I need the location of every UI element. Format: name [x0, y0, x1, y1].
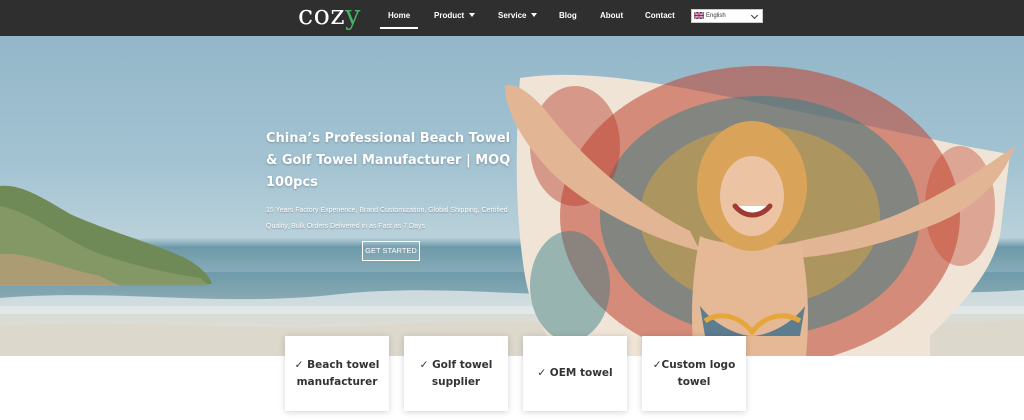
nav-item-contact[interactable]: Contact — [645, 11, 675, 21]
feature-label: ✓ Golf towel supplier — [419, 358, 493, 388]
nav-label: Blog — [559, 11, 577, 20]
feature-label: ✓Custom logo towel — [652, 358, 736, 388]
nav-label: Product — [434, 11, 465, 20]
nav-active-indicator — [380, 27, 418, 29]
hero-background-image — [0, 66, 1024, 356]
language-selector[interactable]: English — [691, 9, 763, 23]
get-started-button[interactable]: GET STARTED — [362, 241, 420, 261]
feature-card-custom-logo[interactable]: ✓Custom logo towel — [642, 336, 746, 411]
feature-label: ✓ OEM towel — [537, 367, 613, 379]
nav-item-service[interactable]: Service — [498, 11, 538, 21]
hero-title: China’s Professional Beach Towel & Golf … — [266, 131, 511, 190]
chevron-down-icon — [750, 11, 759, 20]
caret-down-icon — [531, 13, 538, 17]
logo-accent: y — [345, 0, 361, 31]
feature-label: ✓ Beach towel manufacturer — [294, 358, 380, 388]
nav-label: Service — [498, 11, 527, 20]
feature-card-oem-towel[interactable]: ✓ OEM towel — [523, 336, 627, 411]
feature-card-beach-towel[interactable]: ✓ Beach towel manufacturer — [285, 336, 389, 411]
nav-item-blog[interactable]: Blog — [559, 11, 577, 21]
nav-label: Home — [388, 11, 411, 20]
nav-label: Contact — [645, 11, 675, 20]
nav-item-product[interactable]: Product — [434, 11, 476, 21]
nav-label: About — [600, 11, 624, 20]
hero-subtitle: 15 Years Factory Experience, Brand Custo… — [266, 207, 508, 230]
uk-flag-icon — [694, 12, 704, 19]
hero-banner: China’s Professional Beach Towel & Golf … — [0, 36, 1024, 356]
caret-down-icon — [469, 13, 476, 17]
logo[interactable]: cozy — [298, 1, 361, 31]
logo-text: coz — [298, 0, 346, 31]
nav-item-about[interactable]: About — [600, 11, 623, 21]
nav-item-home[interactable]: Home — [388, 11, 410, 21]
feature-card-golf-towel[interactable]: ✓ Golf towel supplier — [404, 336, 508, 411]
top-nav: cozy Home Product Service Blog About Con… — [0, 0, 1024, 36]
language-label: English — [706, 13, 726, 19]
